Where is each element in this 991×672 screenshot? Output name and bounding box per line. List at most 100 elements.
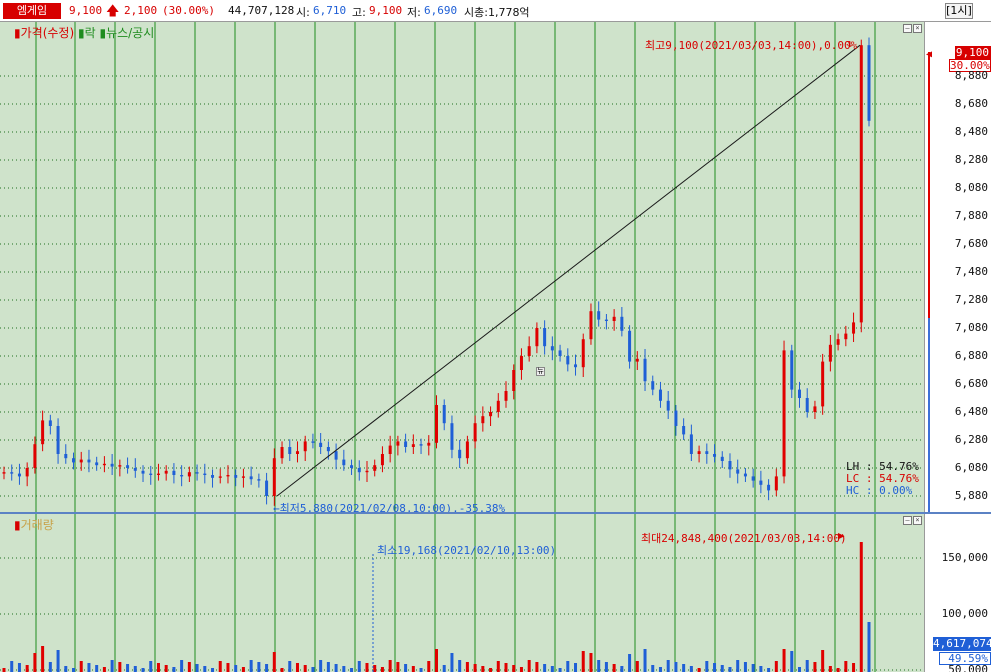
- volume-bar: [133, 666, 137, 672]
- volume-bar: [110, 660, 114, 672]
- event-marker-icon[interactable]: 뉴: [536, 367, 545, 376]
- volume-bar: [319, 660, 323, 672]
- volume-bar: [149, 661, 153, 672]
- volume-bar: [41, 646, 45, 672]
- volume-bar: [272, 652, 276, 672]
- candle-body: [697, 451, 701, 454]
- volume-bar: [265, 664, 269, 672]
- volume-bar: [543, 664, 547, 672]
- candle-body: [550, 346, 554, 351]
- volume-bar: [852, 663, 856, 672]
- price-axis-tick: 8,280: [954, 153, 988, 166]
- current-price: 9,100: [69, 4, 103, 17]
- candle-body: [373, 465, 377, 471]
- open-value: 6,710: [313, 4, 347, 17]
- volume-bar: [797, 667, 801, 672]
- volume-bar: [867, 622, 871, 672]
- volume-bar: [164, 665, 168, 672]
- volume-chart-panel[interactable]: ▮거래량 – × 최대24,848,400(2021/03/03,14:00) …: [0, 514, 924, 672]
- candle-body: [427, 442, 431, 446]
- volume-bar: [589, 653, 593, 672]
- volume-bar: [187, 662, 191, 672]
- volume-bar: [435, 649, 438, 672]
- candle-body: [126, 465, 130, 468]
- volume-bar: [767, 668, 771, 672]
- candle-body: [41, 420, 45, 445]
- interval-button[interactable]: [1시]: [945, 3, 973, 19]
- volume-bar: [682, 664, 686, 672]
- candle-body: [272, 458, 276, 496]
- candle-body: [666, 400, 670, 411]
- minimize-panel-icon[interactable]: –: [903, 516, 912, 525]
- legend-ex-label[interactable]: 락: [85, 26, 96, 40]
- legend-marker: ▮: [14, 518, 21, 532]
- volume-bar: [126, 664, 130, 672]
- legend-price-label[interactable]: 가격(수정): [21, 26, 75, 40]
- candle-body: [751, 476, 755, 481]
- candle-body: [574, 364, 578, 368]
- volume-bar: [48, 662, 52, 672]
- candle-body: [728, 461, 732, 470]
- market-cap: 시총:1,778억: [464, 6, 530, 19]
- close-panel-icon[interactable]: ×: [913, 24, 922, 33]
- candle-body: [25, 468, 29, 477]
- candle-body: [535, 328, 539, 347]
- volume-bar: [527, 660, 531, 672]
- hc-label: HC : 0.00%: [846, 484, 913, 497]
- price-chart-svg: [0, 22, 924, 512]
- candle-body: [674, 410, 678, 426]
- price-chart-panel[interactable]: ▮가격(수정) ▮락 ▮뉴스/공시 – × 최고9,100(2021/03/03…: [0, 22, 924, 512]
- candle-body: [705, 451, 709, 454]
- legend-volume-label[interactable]: 거래량: [21, 518, 54, 532]
- candle-body: [759, 480, 763, 485]
- volume-bar: [442, 665, 446, 672]
- close-panel-icon[interactable]: ×: [913, 516, 922, 525]
- candle-body: [234, 475, 238, 478]
- candle-body: [435, 405, 438, 443]
- price-axis-tick: 5,880: [954, 489, 988, 502]
- candle-body: [489, 412, 493, 417]
- volume-bar: [743, 662, 747, 672]
- price-axis-tick: 8,680: [954, 97, 988, 110]
- volume-bar: [342, 666, 346, 672]
- legend-marker: ▮: [77, 26, 85, 40]
- high-label: 고:: [352, 6, 366, 19]
- volume-bar: [357, 661, 361, 672]
- volume-bar: [203, 666, 207, 672]
- candle-body: [87, 459, 91, 463]
- volume-bar: [64, 666, 68, 672]
- volume-bar: [288, 661, 292, 672]
- volume-bar: [295, 663, 299, 672]
- volume-bar: [604, 662, 608, 672]
- minimize-panel-icon[interactable]: –: [903, 24, 912, 33]
- volume-bar: [651, 665, 655, 672]
- max-volume-annotation: 최대24,848,400(2021/03/03,14:00): [641, 532, 847, 545]
- volume-bar: [496, 661, 500, 672]
- volume-bar: [87, 663, 91, 672]
- price-axis-tick: 6,080: [954, 461, 988, 474]
- candle-body: [226, 475, 230, 477]
- price-axis[interactable]: ◀ 9,100 30.00% 8,880 8,680 8,480 8,280 8,080…: [924, 22, 991, 512]
- candle-body: [496, 400, 500, 412]
- price-axis-tick: 8,480: [954, 125, 988, 138]
- volume-legend: ▮거래량: [14, 516, 54, 533]
- volume-bar: [828, 666, 832, 672]
- volume-bar: [303, 665, 307, 672]
- legend-marker: ▮: [14, 26, 21, 40]
- price-axis-tick: 6,280: [954, 433, 988, 446]
- legend-news-label[interactable]: 뉴스/공시: [106, 26, 154, 40]
- chart-window: 엠게임 9,100 🡅 2,100 (30.00%) 44,707,128 시:…: [0, 0, 991, 672]
- volume-value: 44,707,128: [228, 4, 295, 17]
- candle-body: [265, 480, 269, 496]
- candle-body: [404, 441, 408, 447]
- candle-body: [241, 476, 245, 478]
- volume-bar: [56, 650, 60, 672]
- candle-body: [689, 434, 693, 454]
- symbol-box[interactable]: 엠게임: [3, 3, 61, 19]
- candle-body: [319, 442, 323, 447]
- volume-axis[interactable]: 200,000150,000100,00050,000 4,617,074 49…: [924, 514, 991, 672]
- volume-bar: [419, 668, 423, 672]
- candle-body: [350, 465, 354, 468]
- price-axis-tick: 8,080: [954, 181, 988, 194]
- volume-bar: [574, 663, 578, 672]
